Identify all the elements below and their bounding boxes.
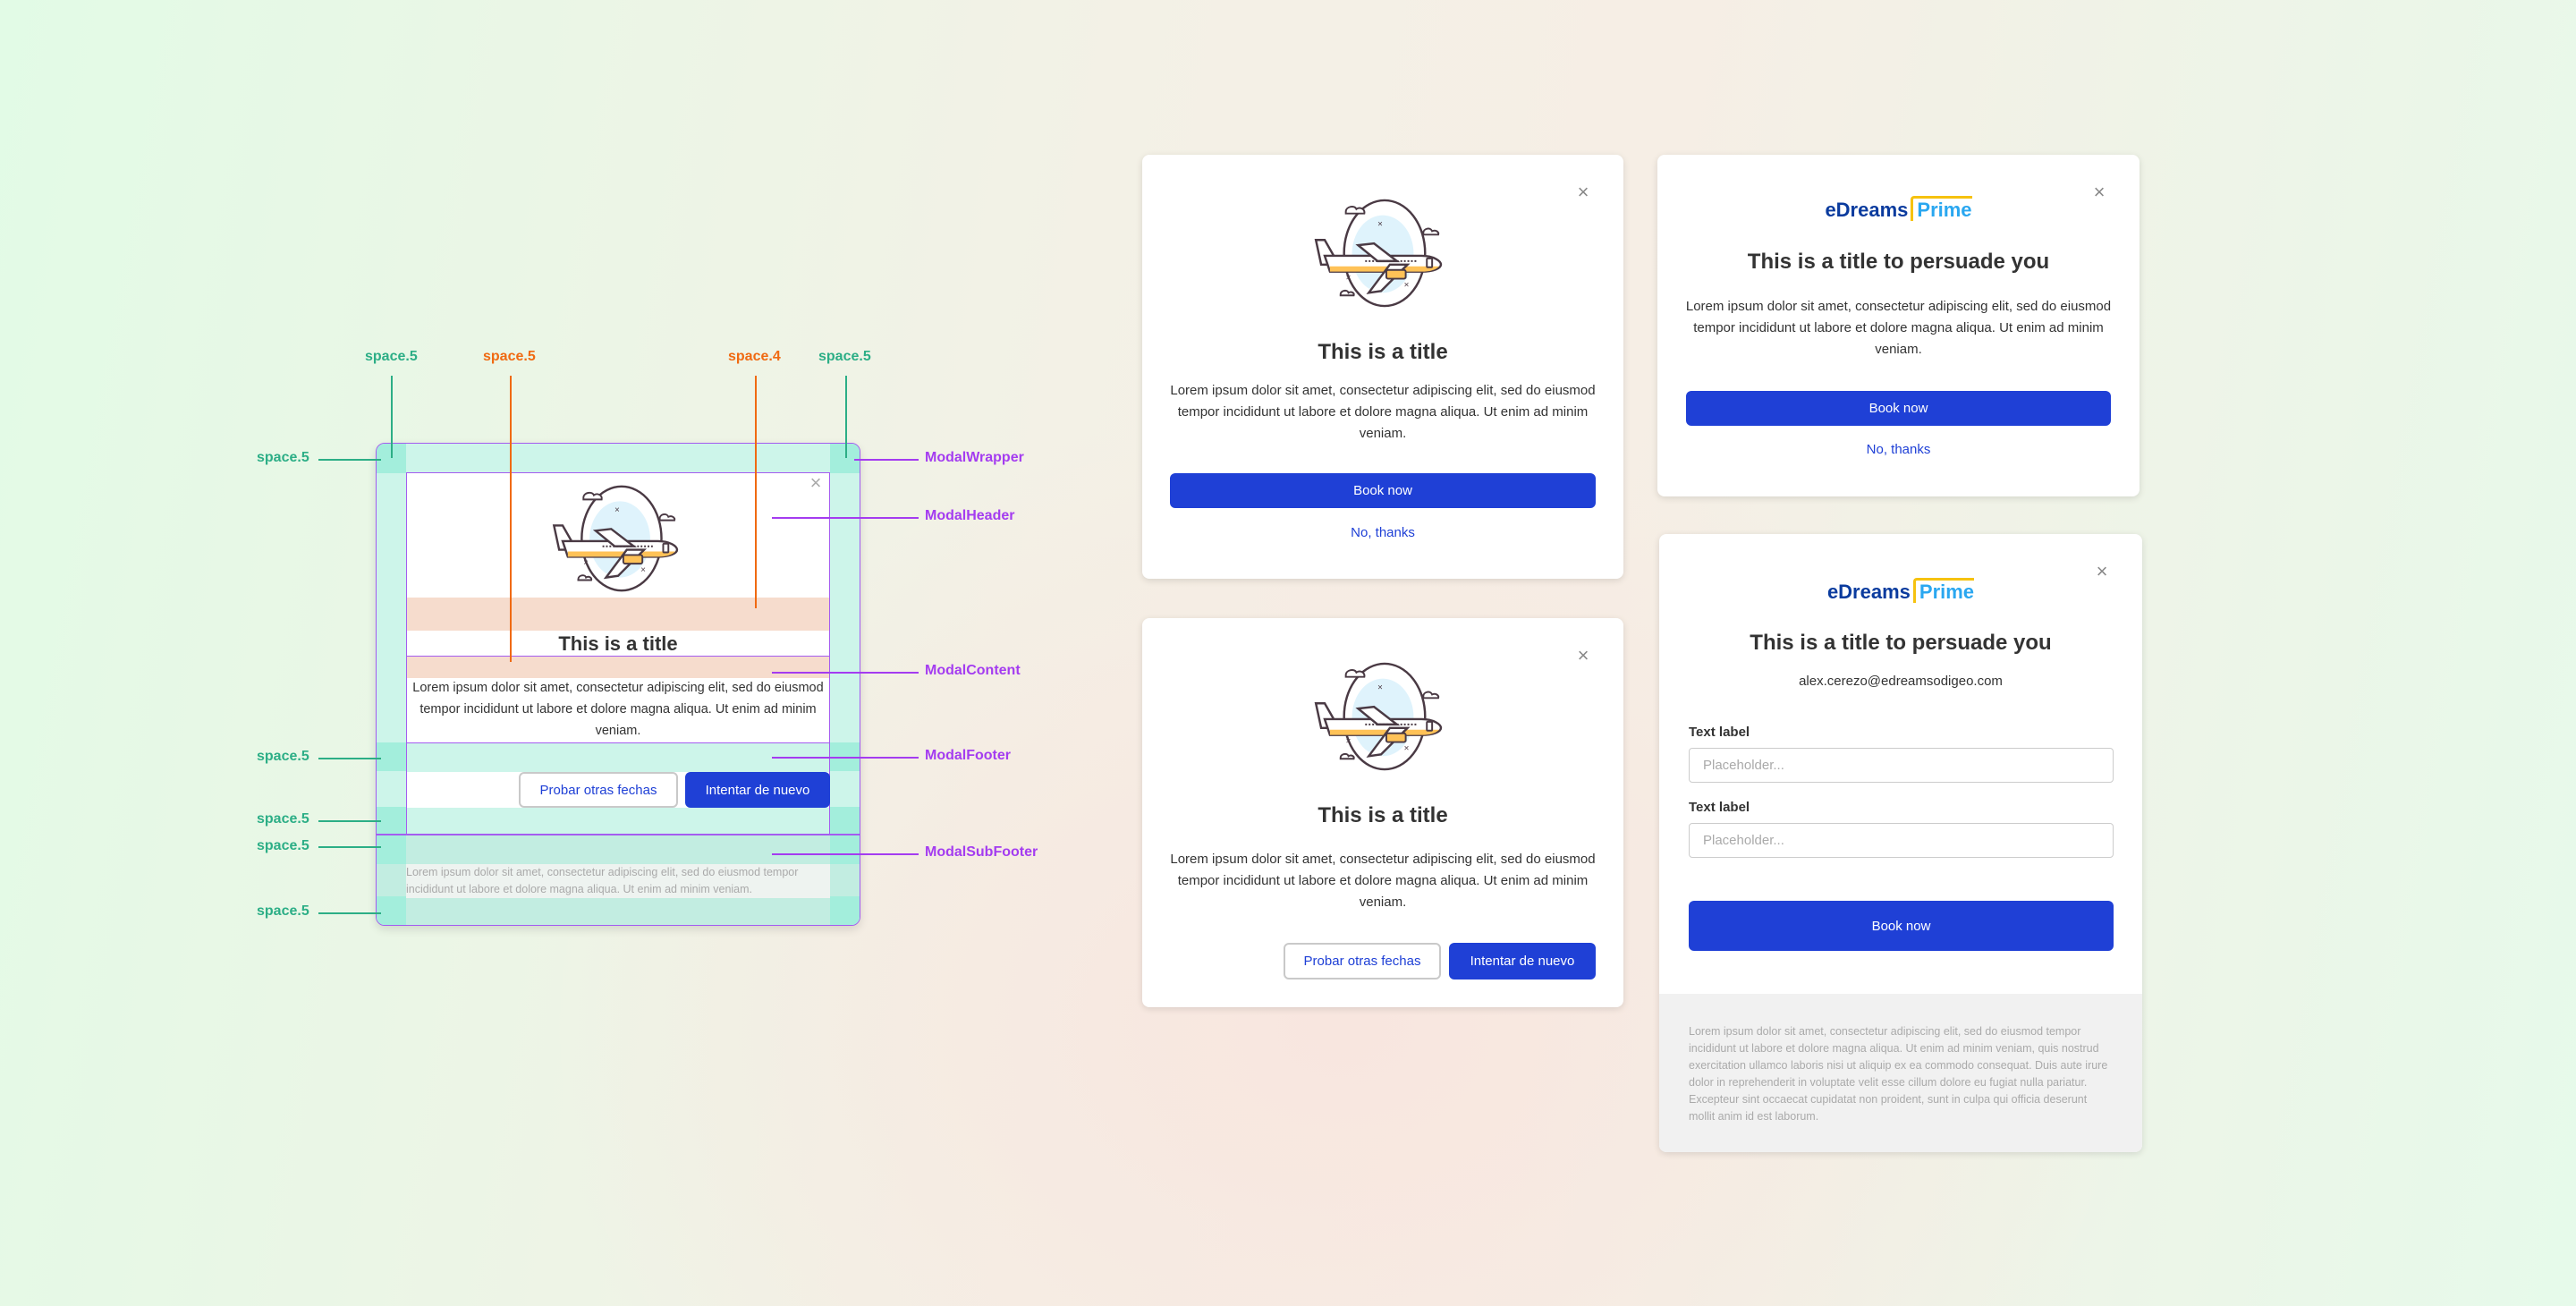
subfooter-text: Lorem ipsum dolor sit amet, consectetur … [406,864,830,898]
label-modal-subfooter: ModalSubFooter [925,844,1038,860]
label-modal-wrapper: ModalWrapper [925,450,1024,465]
modal-body-text: Lorem ipsum dolor sit amet, consectetur … [1170,852,1596,910]
label-modal-footer: ModalFooter [925,748,1011,763]
edreams-prime-logo: eDreams Prime [1659,578,2142,604]
modal-footer: Probar otras fechas Intentar de nuevo [406,742,830,835]
modal-title: This is a title to persuade you [1750,631,2052,655]
secondary-button[interactable]: Probar otras fechas [519,772,678,808]
field-label: Text label [1689,725,1750,740]
label-space-5: space.5 [818,349,871,364]
label-modal-header: ModalHeader [925,508,1015,523]
modal-prime-persuade: × eDreams Prime This is a title to persua… [1657,155,2140,496]
book-now-button[interactable]: Book now [1170,473,1596,508]
try-other-dates-button[interactable]: Probar otras fechas [1284,943,1441,980]
label-space-5: space.5 [257,838,309,853]
modal-header: × This is a title [406,472,830,657]
label-modal-content: ModalContent [925,663,1021,678]
field-label: Text label [1689,800,1750,815]
subfooter-text: Lorem ipsum dolor sit amet, consectetur … [1689,1025,2108,1123]
modal-body-text: Lorem ipsum dolor sit amet, consectetur … [412,681,824,738]
edreams-prime-logo: eDreams Prime [1657,196,2140,222]
book-now-button[interactable]: Book now [1686,391,2111,426]
label-space-4: space.4 [728,349,781,364]
modal-body-text: Lorem ipsum dolor sit amet, consectetur … [1170,383,1596,441]
label-space-5: space.5 [483,349,536,364]
modal-subfooter: Lorem ipsum dolor sit amet, consectetur … [1659,994,2142,1152]
label-space-5: space.5 [257,749,309,764]
label-space-5: space.5 [257,903,309,919]
close-icon[interactable]: × [2094,562,2110,581]
modal-content: Lorem ipsum dolor sit amet, consectetur … [406,656,830,743]
close-icon[interactable]: × [1575,646,1591,666]
user-email: alex.cerezo@edreamsodigeo.com [1799,674,2003,689]
no-thanks-link[interactable]: No, thanks [1657,442,2140,457]
primary-button[interactable]: Intentar de nuevo [685,772,830,808]
modal-retry: × This is a title Lorem ipsum dolor sit … [1142,618,1623,1007]
close-icon[interactable]: × [1575,182,1591,202]
modal-body-text: Lorem ipsum dolor sit amet, consectetur … [1685,299,2112,357]
modal-subfooter [377,834,860,835]
label-space-5: space.5 [257,450,309,465]
modal-title: This is a title to persuade you [1747,250,2050,274]
close-icon[interactable]: × [808,473,824,493]
airplane-illustration [1312,659,1453,774]
modal-title: This is a title [1318,803,1448,827]
modal-title: This is a title [1318,340,1448,364]
modal-title: This is a title [558,632,678,655]
try-again-button[interactable]: Intentar de nuevo [1449,943,1596,980]
modal-book-now: × This is a title Lorem ipsum dolor sit … [1142,155,1623,579]
no-thanks-link[interactable]: No, thanks [1142,525,1623,540]
text-input[interactable] [1689,748,2114,783]
modal-prime-form: × eDreams Prime This is a title to persua… [1659,534,2142,1152]
airplane-illustration [550,482,690,595]
label-space-5: space.5 [257,811,309,827]
book-now-button[interactable]: Book now [1689,901,2114,951]
label-space-5: space.5 [365,349,418,364]
text-input[interactable] [1689,823,2114,858]
airplane-illustration [1312,196,1453,310]
